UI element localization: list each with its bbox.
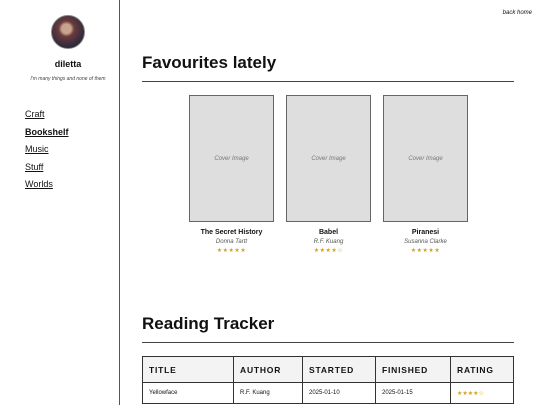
cell-rating-stars: ★★★★☆: [450, 382, 514, 404]
site-tagline: I'm many things and none of them: [30, 76, 106, 82]
nav-link-music[interactable]: Music: [25, 143, 69, 161]
nav-link-worlds[interactable]: Worlds: [25, 178, 69, 196]
book-title: Babel: [318, 229, 339, 236]
site-name: diletta: [54, 59, 82, 69]
book-rating-stars: ★★★★☆: [313, 248, 344, 254]
column-header-finished[interactable]: FINISHED: [375, 356, 451, 383]
book-cover[interactable]: Cover Image: [189, 95, 274, 222]
book-cover[interactable]: Cover Image: [383, 95, 468, 222]
cell-title: Yellowface: [142, 382, 234, 404]
cell-started: 2025-01-10: [302, 382, 376, 404]
cell-finished: 2025-01-15: [375, 382, 451, 404]
favourites-heading: Favourites lately: [142, 53, 277, 72]
favourites-divider: [142, 81, 514, 82]
nav-link-bookshelf[interactable]: Bookshelf: [25, 126, 69, 144]
book-card[interactable]: Cover Image The Secret History Donna Tar…: [189, 95, 274, 254]
reading-tracker-heading: Reading Tracker: [142, 314, 275, 333]
book-title: The Secret History: [200, 229, 263, 236]
book-rating-stars: ★★★★★: [216, 248, 247, 254]
sidebar-nav: Craft Bookshelf Music Stuff Worlds: [25, 108, 69, 196]
cell-author: R.F. Kuang: [233, 382, 303, 404]
book-rating-stars: ★★★★★: [410, 248, 441, 254]
table-row[interactable]: Yellowface R.F. Kuang 2025-01-10 2025-01…: [142, 382, 514, 404]
book-cover[interactable]: Cover Image: [286, 95, 371, 222]
cover-placeholder-text: Cover Image: [214, 155, 249, 162]
table-header-row: TITLE AUTHOR STARTED FINISHED RATING: [142, 356, 514, 383]
book-title: Piranesi: [411, 229, 440, 236]
column-header-author[interactable]: AUTHOR: [233, 356, 303, 383]
book-author: R.F. Kuang: [313, 239, 344, 245]
book-author: Susanna Clarke: [404, 239, 447, 245]
nav-link-stuff[interactable]: Stuff: [25, 161, 69, 179]
nav-link-craft[interactable]: Craft: [25, 108, 69, 126]
cover-placeholder-text: Cover Image: [311, 155, 346, 162]
book-card[interactable]: Cover Image Babel R.F. Kuang ★★★★☆: [286, 95, 371, 254]
back-home-link[interactable]: back home: [503, 10, 532, 16]
column-header-rating[interactable]: RATING: [450, 356, 514, 383]
tracker-divider: [142, 342, 514, 343]
column-header-started[interactable]: STARTED: [302, 356, 376, 383]
column-header-title[interactable]: TITLE: [142, 356, 234, 383]
book-author: Donna Tartt: [215, 239, 248, 245]
avatar[interactable]: [51, 15, 85, 49]
book-card[interactable]: Cover Image Piranesi Susanna Clarke ★★★★…: [383, 95, 468, 254]
sidebar: diletta I'm many things and none of them…: [0, 0, 120, 405]
cover-placeholder-text: Cover Image: [408, 155, 443, 162]
reading-tracker-table: TITLE AUTHOR STARTED FINISHED RATING Yel…: [142, 356, 514, 404]
